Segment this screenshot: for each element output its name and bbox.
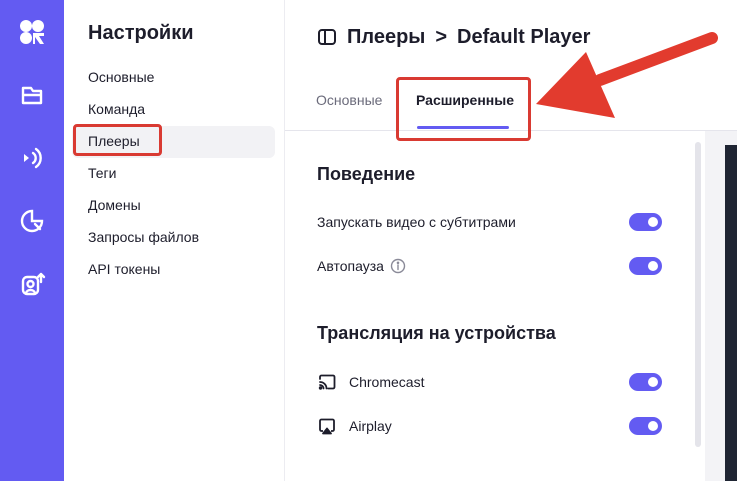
setting-label-autopause: Автопауза: [317, 258, 384, 274]
autopause-toggle[interactable]: [629, 257, 662, 275]
setting-row-chromecast: Chromecast: [317, 370, 662, 394]
chromecast-toggle[interactable]: [629, 373, 662, 391]
settings-panel: Настройки Основные Команда Плееры Теги Д…: [64, 0, 285, 481]
subtitles-toggle[interactable]: [629, 213, 662, 231]
preview-edge: [725, 145, 737, 481]
airplay-toggle[interactable]: [629, 417, 662, 435]
tab-active-indicator: [417, 126, 509, 129]
settings-nav-item-players[interactable]: Плееры: [72, 126, 275, 158]
settings-nav-item-tags[interactable]: Теги: [72, 158, 275, 190]
scrollbar[interactable]: [695, 142, 701, 447]
folder-icon[interactable]: [16, 79, 48, 111]
setting-label-airplay: Airplay: [349, 418, 392, 434]
cast-icon: [317, 372, 337, 392]
sidebar-toggle-icon[interactable]: [317, 27, 337, 47]
tab-general[interactable]: Основные: [316, 92, 382, 108]
breadcrumb-parent[interactable]: Плееры: [347, 26, 425, 49]
tabs: Основные Расширенные: [285, 80, 737, 131]
settings-nav: Основные Команда Плееры Теги Домены Запр…: [72, 62, 275, 286]
setting-label-subtitles: Запускать видео с субтитрами: [317, 214, 516, 230]
section-title-behavior: Поведение: [317, 164, 416, 184]
settings-content: Поведение Запускать видео с субтитрами А…: [285, 131, 737, 481]
tab-advanced[interactable]: Расширенные: [416, 92, 514, 108]
upload-person-icon[interactable]: [16, 268, 48, 300]
settings-nav-item-file-requests[interactable]: Запросы файлов: [72, 222, 275, 254]
info-icon[interactable]: [390, 258, 406, 274]
broadcast-icon[interactable]: [16, 142, 48, 174]
setting-label-chromecast: Chromecast: [349, 374, 425, 390]
breadcrumb: Плееры > Default Player: [317, 24, 590, 50]
app-rail: [0, 0, 64, 481]
settings-nav-item-team[interactable]: Команда: [72, 94, 275, 126]
settings-nav-item-general[interactable]: Основные: [72, 62, 275, 94]
logo-icon[interactable]: [16, 16, 48, 48]
breadcrumb-separator: >: [435, 25, 448, 48]
settings-nav-item-api-tokens[interactable]: API токены: [72, 254, 275, 286]
settings-nav-item-domains[interactable]: Домены: [72, 190, 275, 222]
setting-row-airplay: Airplay: [317, 414, 662, 438]
setting-row-subtitles: Запускать видео с субтитрами: [317, 210, 662, 234]
airplay-icon: [317, 416, 337, 436]
settings-title: Настройки: [88, 22, 194, 44]
analytics-icon[interactable]: [16, 205, 48, 237]
breadcrumb-current: Default Player: [457, 25, 591, 48]
preview-strip: [705, 131, 737, 481]
section-title-casting: Трансляция на устройства: [317, 323, 556, 343]
main-content: Плееры > Default Player Основные Расшире…: [285, 0, 737, 481]
setting-row-autopause: Автопауза: [317, 254, 662, 278]
